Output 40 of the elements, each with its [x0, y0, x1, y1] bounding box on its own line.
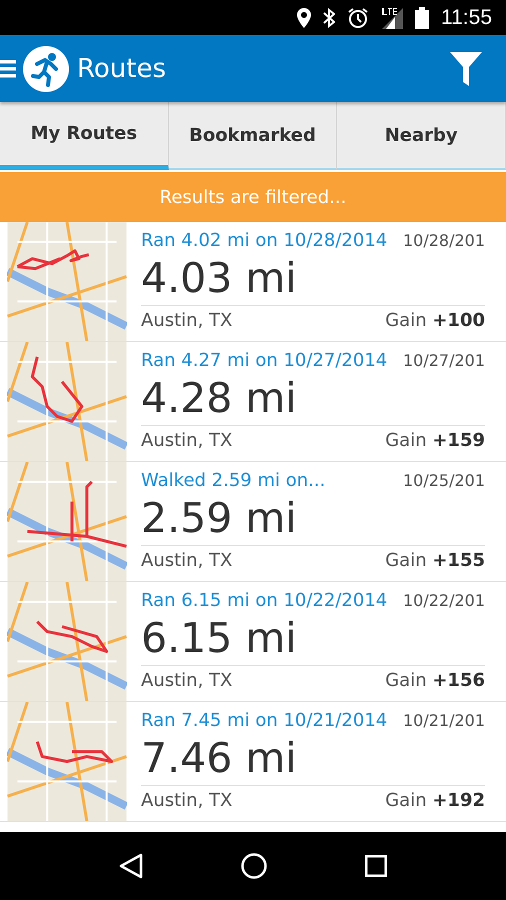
tab[interactable]: Bookmarked — [168, 102, 338, 170]
menu-icon[interactable] — [0, 58, 16, 80]
route-date: 10/28/201 — [402, 231, 485, 250]
route-location: Austin, TX — [141, 430, 232, 451]
route-date: 10/25/201 — [402, 471, 485, 490]
route-location: Austin, TX — [141, 310, 232, 331]
route-distance: 2.59 mi — [141, 491, 485, 546]
elevation-gain: Gain +155 — [385, 550, 485, 571]
clock-time: 11:55 — [441, 6, 492, 30]
route-location: Austin, TX — [141, 550, 232, 571]
route-title: Ran 4.02 mi on 10/28/2014 — [141, 230, 388, 251]
filter-icon[interactable] — [450, 52, 482, 86]
bluetooth-icon — [323, 8, 335, 28]
tab[interactable]: Nearby — [337, 102, 506, 170]
battery-icon — [415, 6, 429, 28]
route-date: 10/21/201 — [402, 711, 485, 730]
elevation-gain: Gain +159 — [385, 430, 485, 451]
route-date: 10/22/201 — [402, 591, 485, 610]
route-distance: 7.46 mi — [141, 731, 485, 786]
alarm-icon — [347, 6, 369, 28]
route-title: Walked 2.59 mi on... — [141, 470, 326, 491]
elevation-gain: Gain +100 — [385, 310, 485, 331]
route-location: Austin, TX — [141, 670, 232, 691]
elevation-gain: Gain +156 — [385, 670, 485, 691]
elevation-gain: Gain +192 — [385, 790, 485, 811]
home-icon[interactable] — [241, 853, 267, 879]
back-icon[interactable] — [119, 853, 143, 879]
route-title: Ran 7.45 mi on 10/21/2014 — [141, 710, 388, 731]
route-location: Austin, TX — [141, 790, 232, 811]
route-distance: 6.15 mi — [141, 611, 485, 666]
screen-title: Routes — [77, 54, 168, 84]
route-distance: 4.03 mi — [141, 251, 485, 306]
runner-logo-icon — [23, 46, 69, 92]
route-date: 10/27/201 — [402, 351, 485, 370]
route-title: Ran 6.15 mi on 10/22/2014 — [141, 590, 388, 611]
route-title: Ran 4.27 mi on 10/27/2014 — [141, 350, 388, 371]
recents-icon[interactable] — [365, 855, 387, 877]
signal-icon — [381, 6, 403, 28]
location-icon — [297, 8, 311, 28]
route-distance: 4.28 mi — [141, 371, 485, 426]
